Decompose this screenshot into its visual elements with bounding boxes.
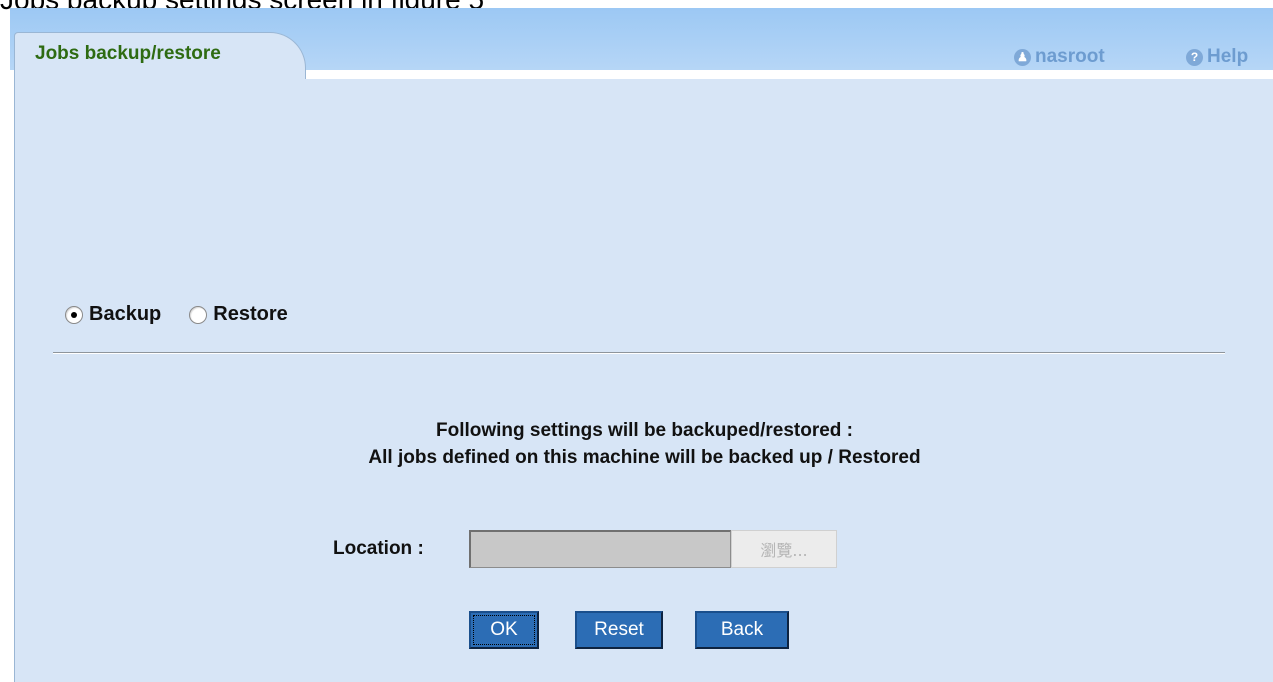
info-line-2: All jobs defined on this machine will be… [368,447,921,468]
divider [53,352,1225,354]
location-row: Location : 瀏覽... [333,530,837,568]
ok-button[interactable]: OK [469,611,539,649]
browse-button[interactable]: 瀏覽... [731,530,837,568]
location-label: Location : [333,538,424,559]
tab-jobs-backup-restore[interactable]: Jobs backup/restore [14,32,306,81]
action-buttons: OK Reset Back [469,611,789,649]
backup-radio-label[interactable]: Backup [89,303,161,326]
person-icon: ♟ [1014,48,1031,66]
back-button[interactable]: Back [695,611,789,649]
help-icon: ? [1186,48,1203,66]
tab-title: Jobs backup/restore [35,43,221,64]
user-link[interactable]: ♟ nasroot [1014,46,1105,68]
info-line-1: Following settings will be backuped/rest… [436,420,853,441]
restore-radio-label[interactable]: Restore [213,303,287,326]
restore-radio[interactable] [189,305,208,324]
user-name: nasroot [1035,46,1105,67]
reset-button[interactable]: Reset [575,611,663,649]
location-input[interactable] [469,530,731,568]
backup-radio[interactable] [65,305,83,324]
help-link[interactable]: ? Help [1186,46,1248,68]
settings-info: Following settings will be backuped/rest… [15,417,1273,471]
main-panel: Backup Restore Following settings will b… [14,79,1273,682]
mode-radio-group: Backup Restore [65,303,316,326]
help-label: Help [1207,46,1249,67]
